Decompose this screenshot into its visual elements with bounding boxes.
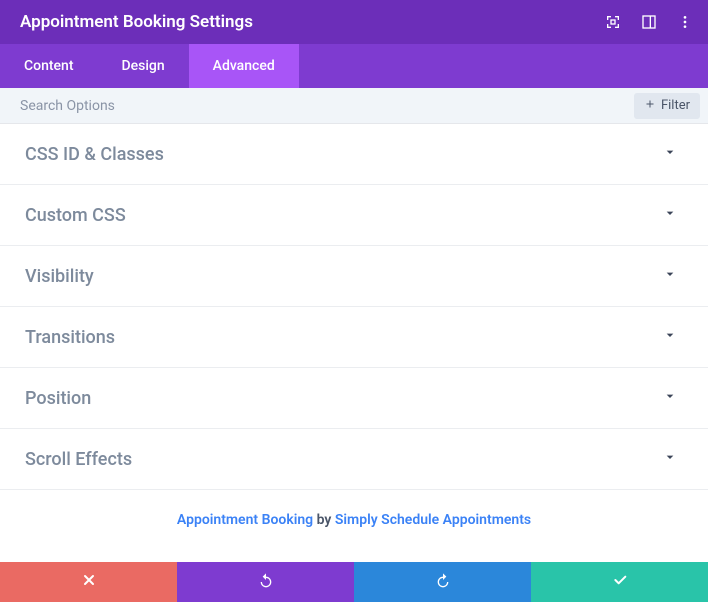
footer-credit: Appointment Booking by Simply Schedule A…: [0, 490, 708, 550]
redo-icon: [435, 572, 451, 592]
section-label: Custom CSS: [25, 205, 126, 226]
panel-icon[interactable]: [640, 13, 658, 31]
more-icon[interactable]: [676, 13, 694, 31]
undo-icon: [258, 572, 274, 592]
close-button[interactable]: [0, 562, 177, 602]
section-label: Transitions: [25, 327, 115, 348]
plus-icon: [644, 98, 656, 114]
tab-content[interactable]: Content: [0, 44, 98, 88]
redo-button[interactable]: [354, 562, 531, 602]
check-icon: [612, 572, 628, 592]
section-position[interactable]: Position: [0, 368, 708, 429]
credit-link-module[interactable]: Appointment Booking: [177, 512, 313, 528]
chevron-down-icon: [662, 266, 678, 286]
section-custom-css[interactable]: Custom CSS: [0, 185, 708, 246]
section-label: Visibility: [25, 266, 94, 287]
chevron-down-icon: [662, 205, 678, 225]
search-row: Filter: [0, 88, 708, 124]
section-label: CSS ID & Classes: [25, 144, 164, 165]
section-label: Position: [25, 388, 91, 409]
credit-link-plugin[interactable]: Simply Schedule Appointments: [335, 512, 531, 528]
expand-icon[interactable]: [604, 13, 622, 31]
chevron-down-icon: [662, 449, 678, 469]
filter-button[interactable]: Filter: [634, 93, 700, 119]
section-visibility[interactable]: Visibility: [0, 246, 708, 307]
chevron-down-icon: [662, 388, 678, 408]
tab-design[interactable]: Design: [98, 44, 189, 88]
section-css-id-classes[interactable]: CSS ID & Classes: [0, 124, 708, 185]
header-icon-group: [604, 13, 694, 31]
undo-button[interactable]: [177, 562, 354, 602]
save-button[interactable]: [531, 562, 708, 602]
filter-label: Filter: [661, 98, 690, 113]
chevron-down-icon: [662, 327, 678, 347]
credit-by: by: [313, 512, 335, 528]
chevron-down-icon: [662, 144, 678, 164]
close-icon: [81, 572, 97, 592]
modal-title: Appointment Booking Settings: [20, 12, 253, 32]
section-label: Scroll Effects: [25, 449, 132, 470]
search-input[interactable]: [20, 98, 634, 114]
modal-header: Appointment Booking Settings: [0, 0, 708, 44]
bottom-action-bar: [0, 562, 708, 602]
tab-advanced[interactable]: Advanced: [189, 44, 299, 88]
tab-bar: Content Design Advanced: [0, 44, 708, 88]
section-transitions[interactable]: Transitions: [0, 307, 708, 368]
section-scroll-effects[interactable]: Scroll Effects: [0, 429, 708, 490]
